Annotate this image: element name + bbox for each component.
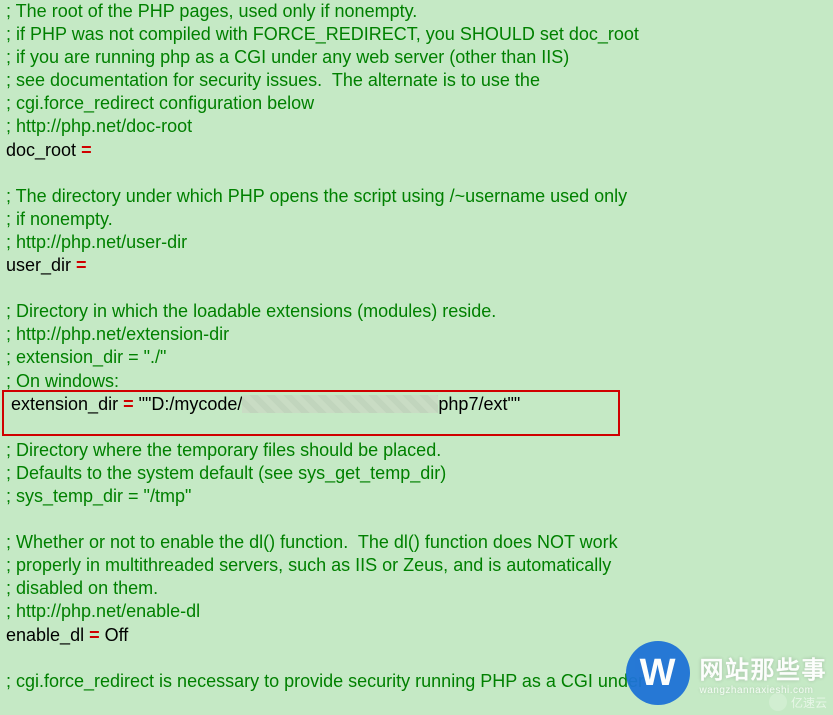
- config-line: ; http://php.net/extension-dir: [6, 323, 827, 346]
- secondary-watermark: 亿速云: [769, 693, 827, 711]
- config-line: ; cgi.force_redirect is necessary to pro…: [6, 670, 827, 693]
- config-line: ; extension_dir = "./": [6, 346, 827, 369]
- config-line: ; if you are running php as a CGI under …: [6, 46, 827, 69]
- config-line: [6, 277, 827, 300]
- config-line: ; properly in multithreaded servers, suc…: [6, 554, 827, 577]
- config-line: ; On windows:: [6, 370, 827, 393]
- config-line: ; if PHP was not compiled with FORCE_RED…: [6, 23, 827, 46]
- config-line: [6, 416, 827, 439]
- config-line: ; sys_temp_dir = "/tmp": [6, 485, 827, 508]
- config-line: ; Directory where the temporary files sh…: [6, 439, 827, 462]
- config-line: ; cgi.force_redirect configuration below: [6, 92, 827, 115]
- config-line: ; see documentation for security issues.…: [6, 69, 827, 92]
- config-file-text: ; The root of the PHP pages, used only i…: [0, 0, 833, 693]
- config-line: ; disabled on them.: [6, 577, 827, 600]
- redacted-path: [242, 395, 438, 413]
- config-line: ; Defaults to the system default (see sy…: [6, 462, 827, 485]
- config-line: ; http://php.net/enable-dl: [6, 600, 827, 623]
- config-line: doc_root =: [6, 139, 827, 162]
- config-line: ; The root of the PHP pages, used only i…: [6, 0, 827, 23]
- config-line: extension_dir = ""D:/mycode/php7/ext"": [6, 393, 827, 416]
- config-line: [6, 647, 827, 670]
- config-line: user_dir =: [6, 254, 827, 277]
- config-line: [6, 162, 827, 185]
- config-line: [6, 508, 827, 531]
- config-line: ; Whether or not to enable the dl() func…: [6, 531, 827, 554]
- config-line: ; Directory in which the loadable extens…: [6, 300, 827, 323]
- config-line: enable_dl = Off: [6, 624, 827, 647]
- secondary-watermark-text: 亿速云: [791, 694, 827, 711]
- config-line: ; http://php.net/user-dir: [6, 231, 827, 254]
- secondary-watermark-icon: [769, 693, 787, 711]
- config-line: ; The directory under which PHP opens th…: [6, 185, 827, 208]
- config-line: ; if nonempty.: [6, 208, 827, 231]
- config-line: ; http://php.net/doc-root: [6, 115, 827, 138]
